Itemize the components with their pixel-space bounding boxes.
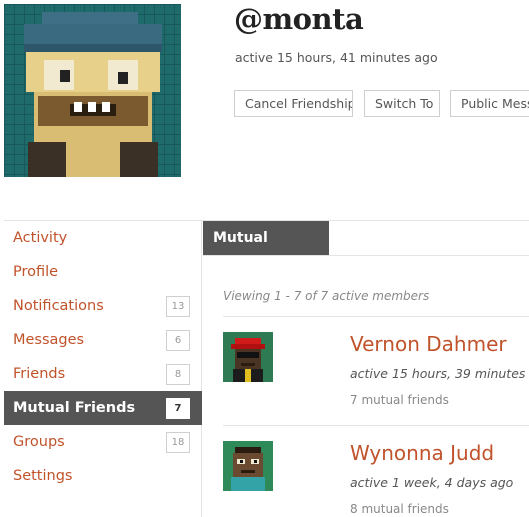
nav-item-friends[interactable]: Friends 8 bbox=[4, 357, 202, 391]
nav-item-label: Settings bbox=[13, 468, 73, 484]
nav-item-profile[interactable]: Profile bbox=[4, 255, 202, 289]
member-list-item: Wynonna Judd active 1 week, 4 days ago 8… bbox=[223, 441, 529, 517]
mutual-friends-count-badge: 7 bbox=[166, 398, 190, 419]
friends-count-badge: 8 bbox=[166, 364, 190, 385]
profile-avatar bbox=[4, 4, 181, 177]
member-name[interactable]: Wynonna Judd bbox=[350, 441, 494, 465]
nav-item-label: Profile bbox=[13, 264, 59, 280]
member-mutual-count: 8 mutual friends bbox=[350, 502, 449, 516]
groups-count-badge: 18 bbox=[166, 432, 190, 453]
profile-last-active: active 15 hours, 41 minutes ago bbox=[235, 50, 438, 65]
list-divider bbox=[223, 425, 529, 426]
member-list-item: Vernon Dahmer active 15 hours, 39 minute… bbox=[223, 332, 529, 422]
switch-to-button[interactable]: Switch To bbox=[364, 90, 440, 117]
member-last-active: active 15 hours, 39 minutes ago bbox=[350, 366, 529, 381]
member-avatar[interactable] bbox=[223, 441, 273, 491]
cancel-friendship-button[interactable]: Cancel Friendship bbox=[234, 90, 353, 117]
nav-item-notifications[interactable]: Notifications 13 bbox=[4, 289, 202, 323]
notifications-count-badge: 13 bbox=[166, 296, 190, 317]
messages-count-badge: 6 bbox=[166, 330, 190, 351]
list-divider bbox=[223, 316, 529, 317]
pagination-count: Viewing 1 - 7 of 7 active members bbox=[223, 289, 430, 303]
member-avatar[interactable] bbox=[223, 332, 273, 382]
nav-item-messages[interactable]: Messages 6 bbox=[4, 323, 202, 357]
nav-item-label: Groups bbox=[13, 434, 65, 450]
nav-item-label: Notifications bbox=[13, 298, 104, 314]
tab-mutual-friends[interactable]: Mutual Friends bbox=[203, 221, 329, 280]
public-message-button[interactable]: Public Message bbox=[450, 90, 529, 117]
nav-item-groups[interactable]: Groups 18 bbox=[4, 425, 202, 459]
nav-item-label: Messages bbox=[13, 332, 85, 348]
subnav-divider bbox=[203, 255, 529, 256]
member-mutual-count: 7 mutual friends bbox=[350, 393, 449, 407]
nav-item-activity[interactable]: Activity bbox=[4, 221, 202, 255]
profile-username: @monta bbox=[234, 2, 364, 36]
nav-item-label: Mutual Friends bbox=[13, 400, 136, 416]
member-name[interactable]: Vernon Dahmer bbox=[350, 332, 507, 356]
profile-nav: Activity Profile Notifications 13 Messag… bbox=[4, 221, 202, 493]
nav-item-settings[interactable]: Settings bbox=[4, 459, 202, 493]
member-last-active: active 1 week, 4 days ago bbox=[350, 475, 514, 490]
nav-item-label: Activity bbox=[13, 230, 68, 246]
nav-item-mutual-friends[interactable]: Mutual Friends 7 bbox=[4, 391, 202, 425]
nav-item-label: Friends bbox=[13, 366, 66, 382]
